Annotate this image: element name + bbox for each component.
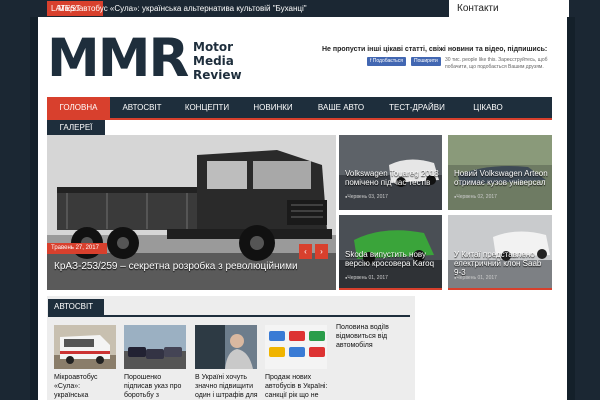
logo-line-1: Motor: [193, 40, 234, 54]
tile-accent-line: [339, 288, 442, 290]
tile-date: Червень 01, 2017: [454, 275, 497, 281]
minibus-image: [54, 325, 116, 369]
article-thumbnail[interactable]: [265, 325, 327, 369]
slider-next-button[interactable]: ›: [315, 244, 328, 259]
site-logo[interactable]: MMR Motor Media Review: [47, 31, 247, 87]
facebook-like-button[interactable]: f Подобається: [367, 57, 406, 66]
tile-date: Червень 01, 2017: [345, 275, 388, 281]
nav-item-test-drives[interactable]: ТЕСТ-ДРАЙВИ: [376, 97, 458, 118]
subscribe-text: Не пропусти інші цікаві статті, свіжі но…: [322, 46, 548, 53]
chevron-right-icon: ›: [320, 247, 323, 256]
article-thumbnail[interactable]: [195, 325, 257, 369]
section-title-line: [48, 315, 410, 317]
parked-cars-image: [124, 325, 186, 369]
facebook-share-button[interactable]: Поширити: [411, 57, 441, 66]
chevron-left-icon: ‹: [304, 247, 307, 256]
tile-title[interactable]: Новий Volkswagen Arteon отримає кузов ун…: [454, 169, 549, 187]
logo-mark: MMR: [47, 28, 189, 89]
page-edge-right: [567, 17, 575, 400]
featured-tile[interactable]: Skoda випустить нову версію кросовера Ka…: [339, 215, 442, 290]
nav-item-novelties[interactable]: НОВИНКИ: [240, 97, 306, 118]
buses-image: [265, 325, 327, 369]
nav-item-galleries[interactable]: ГАЛЕРЕЇ: [47, 120, 105, 135]
main-nav: ГОЛОВНА АВТОСВІТ КОНЦЕПТИ НОВИНКИ ВАШЕ А…: [47, 97, 552, 118]
tile-accent-line: [448, 288, 552, 290]
tile-title[interactable]: Volkswagen Touareg 2018 помічено під час…: [345, 169, 440, 187]
nav-item-interesting[interactable]: ЦІКАВО: [458, 97, 518, 118]
facebook-like-count: 30 тис. people like this. Зареєструйтесь…: [445, 57, 548, 70]
contacts-link[interactable]: Контакти: [449, 0, 569, 17]
tile-title[interactable]: У Китаї представлено електричний клон Sa…: [454, 250, 549, 277]
article-caption[interactable]: Половина водіїв відмовиться від автомобі…: [336, 323, 416, 350]
like-label: Подобається: [372, 58, 403, 64]
article-caption[interactable]: Продаж нових автобусів в Україні: санкці…: [265, 373, 329, 400]
featured-tile[interactable]: У Китаї представлено електричний клон Sa…: [448, 215, 552, 290]
police-officer-image: [195, 325, 257, 369]
logo-line-2: Media: [193, 54, 234, 68]
nav-item-avtosvit[interactable]: АВТОСВІТ: [110, 97, 174, 118]
tile-date: Червень 03, 2017: [345, 194, 388, 200]
news-ticker[interactable]: Мікроавтобус «Сула»: українська альтерна…: [58, 0, 307, 17]
nav-item-concepts[interactable]: КОНЦЕПТИ: [174, 97, 240, 118]
logo-text: Motor Media Review: [193, 40, 242, 82]
featured-tile[interactable]: Volkswagen Touareg 2018 помічено під час…: [339, 135, 442, 210]
article-thumbnail[interactable]: [54, 325, 116, 369]
hero-date-badge: Травень 27, 2017: [47, 243, 107, 254]
section-title[interactable]: АВТОСВІТ: [48, 299, 104, 315]
featured-tile[interactable]: Новий Volkswagen Arteon отримає кузов ун…: [448, 135, 552, 210]
nav-item-your-car[interactable]: ВАШЕ АВТО: [306, 97, 376, 118]
article-caption[interactable]: Мікроавтобус «Сула»: українська альтерна…: [54, 373, 116, 400]
slider-prev-button[interactable]: ‹: [299, 244, 312, 259]
tile-title[interactable]: Skoda випустить нову версію кросовера Ka…: [345, 250, 440, 268]
article-thumbnail[interactable]: [124, 325, 186, 369]
tile-date: Червень 02, 2017: [454, 194, 497, 200]
page-edge-left: [30, 17, 38, 400]
nav-accent-line: [47, 118, 552, 120]
nav-item-home[interactable]: ГОЛОВНА: [47, 97, 110, 118]
logo-line-3: Review: [193, 68, 242, 82]
article-caption[interactable]: Порошенко підписав указ про боротьбу з: [124, 373, 188, 400]
hero-title[interactable]: КрАЗ-253/259 – секретна розробка з револ…: [54, 261, 298, 272]
article-caption[interactable]: В Україні хочуть значно підвищити один і…: [195, 373, 259, 400]
